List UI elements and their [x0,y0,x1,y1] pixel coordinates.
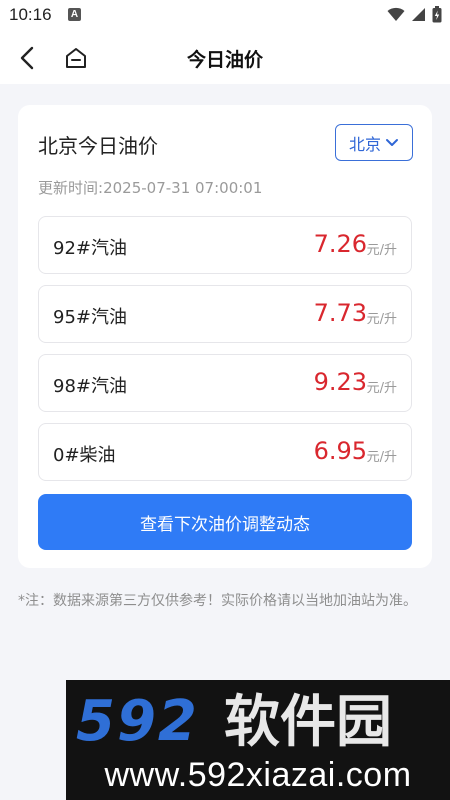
svg-text:592: 592 [76,689,199,752]
fuel-price: 9.23 [313,368,367,396]
price-row-98: 98#汽油 9.23 元/升 [38,354,412,412]
fuel-unit: 元/升 [366,450,397,465]
signal-icon [412,8,425,21]
fuel-name: 92#汽油 [53,238,127,259]
battery-icon [432,6,442,23]
fuel-name: 95#汽油 [53,307,127,328]
card-title: 北京今日油价 [38,134,158,158]
watermark-url: www.592xiazai.com [104,756,412,794]
update-time-value: 2025-07-31 07:00:01 [103,179,263,197]
notification-icon: A [68,8,81,21]
fuel-unit: 元/升 [366,381,397,396]
price-row-92: 92#汽油 7.26 元/升 [38,216,412,274]
price-row-diesel-0: 0#柴油 6.95 元/升 [38,423,412,481]
chevron-down-icon [386,138,398,146]
status-icons [387,6,442,23]
fuel-price: 6.95 [313,437,367,465]
fuel-price: 7.73 [313,299,367,327]
price-row-95: 95#汽油 7.73 元/升 [38,285,412,343]
watermark: 592 软件园 www.592xiazai.com [66,680,450,800]
wifi-icon [387,7,405,21]
update-time: 更新时间:2025-07-31 07:00:01 [38,177,262,198]
disclaimer-note: *注：数据来源第三方仅供参考！实际价格请以当地加油站为准。 [18,593,417,609]
fuel-name: 0#柴油 [53,445,116,466]
status-time: 10:16 [9,5,52,24]
fuel-name: 98#汽油 [53,376,127,397]
fuel-price: 7.26 [313,230,367,258]
app-header: 今日油价 [0,32,450,84]
city-select-value: 北京 [348,134,381,154]
city-select[interactable]: 北京 [335,124,413,161]
svg-text:软件园: 软件园 [224,690,392,752]
status-bar: 10:16 A [0,0,450,32]
watermark-logo: 592 软件园 [76,689,392,752]
price-card: 北京今日油价 北京 更新时间:2025-07-31 07:00:01 92#汽油… [18,105,432,568]
update-time-label: 更新时间: [38,179,104,197]
next-adjustment-button[interactable]: 查看下次油价调整动态 [38,494,412,550]
fuel-unit: 元/升 [366,243,397,258]
fuel-unit: 元/升 [366,312,397,327]
page-title: 今日油价 [186,49,263,71]
